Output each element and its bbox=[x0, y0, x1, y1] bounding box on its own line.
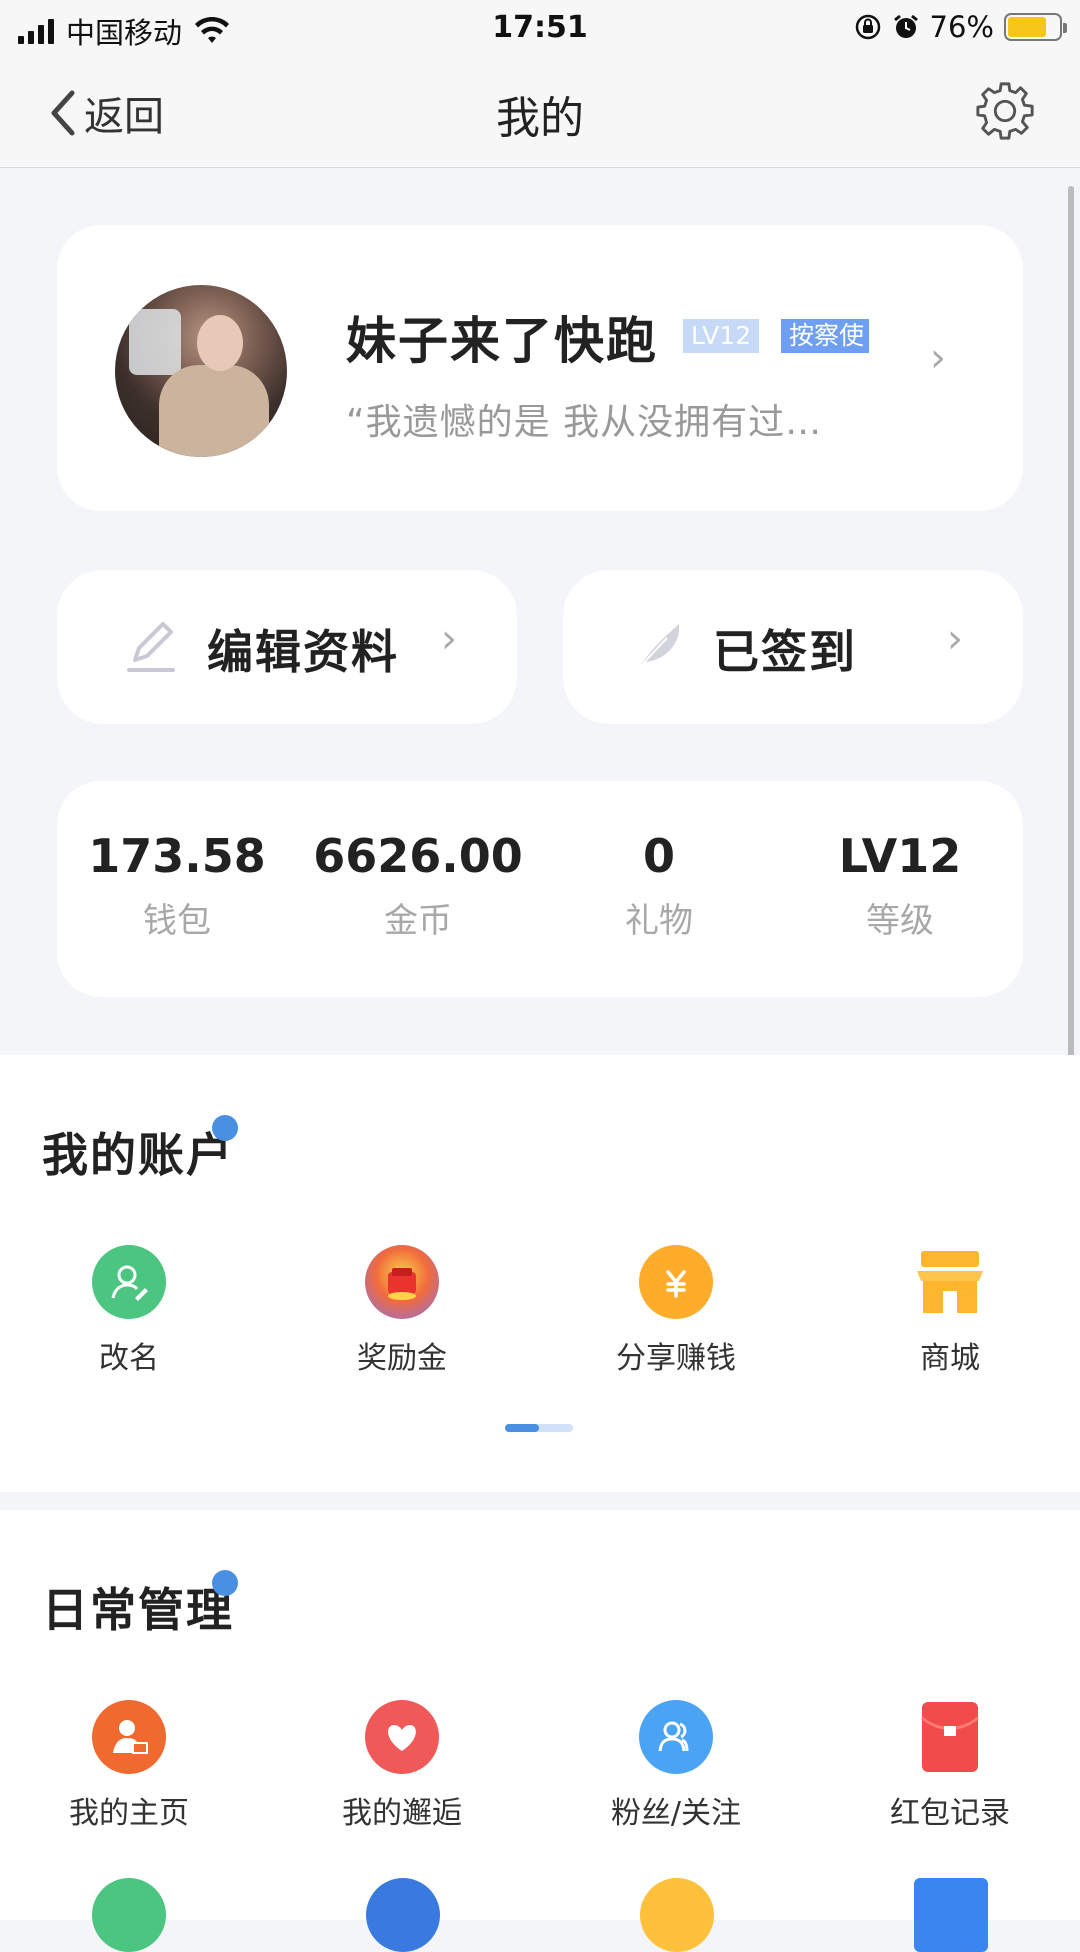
signin-button[interactable]: 已签到 › bbox=[563, 570, 1023, 724]
stat-label: 金币 bbox=[384, 901, 452, 941]
status-right: 76% bbox=[854, 10, 1067, 44]
grid-item-label: 我的主页 bbox=[69, 1796, 189, 1831]
grid-item-label: 奖励金 bbox=[357, 1341, 447, 1376]
edit-profile-button[interactable]: 编辑资料 › bbox=[57, 570, 517, 724]
stat-label: 礼物 bbox=[625, 901, 693, 941]
role-badge: 按察使 bbox=[781, 319, 869, 353]
stat-gifts[interactable]: 0 礼物 bbox=[539, 829, 779, 942]
stat-label: 钱包 bbox=[143, 901, 211, 941]
grid-item-red-packet[interactable]: 红包记录 bbox=[830, 1700, 1070, 1832]
reward-gift-icon bbox=[365, 1245, 439, 1319]
partial-edit-icon[interactable] bbox=[366, 1878, 440, 1952]
red-packet-icon bbox=[913, 1700, 987, 1774]
grid-item-encounters[interactable]: 我的邂逅 bbox=[282, 1700, 522, 1832]
settings-gear-icon[interactable] bbox=[974, 80, 1036, 142]
stat-value: 173.58 bbox=[88, 829, 266, 883]
partial-green-icon[interactable] bbox=[92, 1878, 166, 1952]
grid-item-share-earn[interactable]: 分享赚钱 bbox=[556, 1245, 796, 1377]
pencil-icon bbox=[127, 622, 175, 672]
alarm-icon bbox=[893, 14, 918, 38]
rename-icon bbox=[92, 1245, 166, 1319]
partial-star-icon[interactable] bbox=[640, 1878, 714, 1952]
notification-dot bbox=[212, 1115, 238, 1141]
page-indicator bbox=[505, 1424, 573, 1432]
grid-item-label: 红包记录 bbox=[890, 1796, 1010, 1831]
chevron-right-icon: › bbox=[930, 335, 946, 381]
partial-list-icon[interactable] bbox=[914, 1878, 988, 1952]
page-title: 我的 bbox=[496, 93, 584, 144]
homepage-user-icon bbox=[92, 1700, 166, 1774]
username: 妹子来了快跑 bbox=[346, 312, 658, 370]
grid-item-store[interactable]: 商城 bbox=[830, 1245, 1070, 1377]
grid-item-label: 粉丝/关注 bbox=[610, 1796, 742, 1831]
stat-level[interactable]: LV12 等级 bbox=[780, 829, 1020, 942]
feather-icon bbox=[634, 624, 680, 673]
chevron-right-icon: › bbox=[441, 616, 457, 662]
daily-section: 日常管理 我的主页 我的邂逅 粉丝/关注 红包记录 bbox=[0, 1510, 1080, 1952]
grid-item-label: 分享赚钱 bbox=[616, 1341, 736, 1376]
grid-item-label: 改名 bbox=[99, 1341, 159, 1376]
grid-item-reward[interactable]: 奖励金 bbox=[282, 1245, 522, 1377]
account-section-title: 我的账户 bbox=[42, 1128, 234, 1182]
grid-item-homepage[interactable]: 我的主页 bbox=[9, 1700, 249, 1832]
stat-coins[interactable]: 6626.00 金币 bbox=[298, 829, 538, 942]
grid-item-rename[interactable]: 改名 bbox=[9, 1245, 249, 1377]
stats-card: 173.58 钱包 6626.00 金币 0 礼物 LV12 等级 bbox=[57, 781, 1023, 997]
profile-card[interactable]: 妹子来了快跑 LV12 按察使 “我遗憾的是 我从没拥有过… › bbox=[57, 225, 1023, 511]
share-yuan-icon bbox=[639, 1245, 713, 1319]
fans-icon bbox=[639, 1700, 713, 1774]
stat-value: 6626.00 bbox=[313, 829, 523, 883]
store-icon bbox=[913, 1245, 987, 1319]
rotation-lock-icon bbox=[855, 14, 880, 40]
nav-bar: 返回 我的 bbox=[0, 56, 1080, 168]
signin-label: 已签到 bbox=[713, 625, 857, 679]
stat-value: LV12 bbox=[838, 829, 962, 883]
avatar[interactable] bbox=[115, 285, 287, 457]
battery-icon bbox=[1004, 13, 1067, 41]
stat-label: 等级 bbox=[866, 901, 934, 941]
grid-item-fans[interactable]: 粉丝/关注 bbox=[556, 1700, 796, 1832]
status-bar: 中国移动 17:51 76% bbox=[0, 0, 1080, 56]
battery-percent: 76% bbox=[929, 10, 994, 44]
edit-profile-label: 编辑资料 bbox=[207, 625, 399, 679]
grid-item-label: 我的邂逅 bbox=[342, 1796, 462, 1831]
level-badge: LV12 bbox=[683, 319, 760, 353]
stat-wallet[interactable]: 173.58 钱包 bbox=[57, 829, 297, 942]
notification-dot bbox=[212, 1570, 238, 1596]
hearts-icon bbox=[365, 1700, 439, 1774]
user-signature: “我遗憾的是 我从没拥有过… bbox=[346, 402, 823, 443]
stat-value: 0 bbox=[642, 829, 675, 883]
daily-section-title: 日常管理 bbox=[42, 1583, 234, 1637]
chevron-right-icon: › bbox=[947, 616, 963, 662]
grid-item-label: 商城 bbox=[920, 1341, 980, 1376]
